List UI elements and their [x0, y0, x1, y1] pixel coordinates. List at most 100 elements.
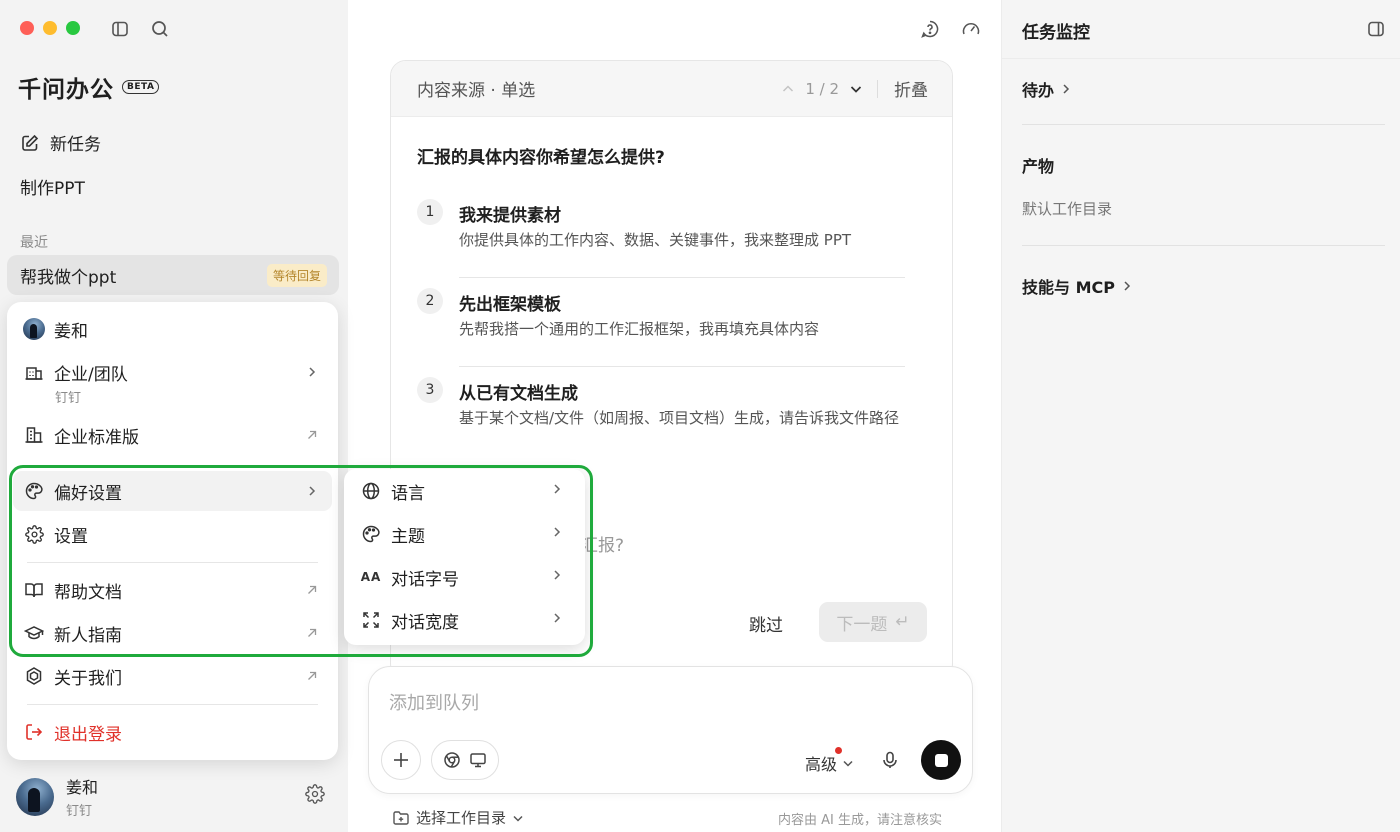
- menu-user-profile[interactable]: 姜和: [13, 309, 332, 349]
- search-icon[interactable]: [150, 19, 170, 39]
- other-option-text: 汇报?: [581, 536, 625, 556]
- skills-mcp-section[interactable]: 技能与 MCP: [1022, 274, 1133, 298]
- menu-item-enterprise-label: 企业标准版: [54, 427, 139, 448]
- recent-label: 最近: [20, 235, 48, 251]
- chevron-right-icon: [304, 483, 320, 499]
- advanced-dropdown[interactable]: 高级: [805, 747, 854, 775]
- composer: 添加到队列 高级: [368, 666, 973, 794]
- workdir-label: 选择工作目录: [416, 809, 507, 827]
- panel-toggle-icon[interactable]: [1366, 19, 1386, 39]
- question-pager: 1 / 2: [781, 80, 863, 98]
- preferences-submenu: 语言 主题 AA 对话字号 对话宽度: [344, 469, 585, 645]
- todo-label: 待办: [1022, 81, 1055, 100]
- external-link-icon: [304, 582, 320, 598]
- submenu-item-theme[interactable]: 主题: [350, 514, 579, 554]
- chevron-right-icon: [304, 364, 320, 380]
- chevron-down-icon: [842, 757, 854, 769]
- new-task-label: 新任务: [50, 135, 101, 155]
- chevron-right-icon: [551, 612, 567, 628]
- palette-icon: [23, 480, 45, 502]
- next-label: 下一题: [836, 614, 888, 635]
- external-link-icon: [304, 625, 320, 641]
- zoom-window-button[interactable]: [66, 21, 80, 35]
- menu-item-guide[interactable]: 新人指南: [13, 613, 332, 653]
- help-icon[interactable]: [920, 19, 940, 39]
- tools-toggle[interactable]: [431, 740, 499, 780]
- brand-title: 千问办公: [18, 77, 114, 103]
- chevron-down-icon: [512, 812, 524, 824]
- brand: 千问办公 BETA: [18, 70, 160, 104]
- book-icon: [23, 579, 45, 601]
- option-item[interactable]: 2 先出框架模板 先帮我搭一个通用的工作汇报框架，我再填充具体内容: [417, 278, 915, 367]
- default-dir-text: 默认工作目录: [1022, 200, 1113, 218]
- submenu-item-theme-label: 主题: [391, 526, 425, 547]
- menu-item-logout[interactable]: 退出登录: [13, 712, 332, 752]
- artifacts-heading: 产物: [1022, 157, 1055, 176]
- option-title: 先出框架模板: [459, 295, 561, 315]
- submenu-item-width-label: 对话宽度: [391, 612, 459, 633]
- menu-user-name: 姜和: [54, 321, 88, 342]
- queue-input[interactable]: 添加到队列: [389, 689, 479, 715]
- gear-icon[interactable]: [305, 784, 325, 804]
- stop-button[interactable]: [921, 740, 961, 780]
- option-description: 基于某个文档/文件（如周报、项目文档）生成，请告诉我文件路径: [459, 409, 900, 427]
- submenu-item-language[interactable]: 语言: [350, 471, 579, 511]
- minimize-window-button[interactable]: [43, 21, 57, 35]
- menu-item-team[interactable]: 企业/团队: [13, 352, 332, 392]
- submenu-item-font-size-label: 对话字号: [391, 569, 459, 590]
- option-item[interactable]: 1 我来提供素材 你提供具体的工作内容、数据、关键事件，我来整理成 PPT: [417, 189, 915, 278]
- beta-badge: BETA: [122, 80, 160, 94]
- status-badge: 等待回复: [266, 263, 327, 287]
- plus-icon: [392, 751, 410, 769]
- folder-plus-icon: [392, 809, 410, 827]
- skip-button[interactable]: 跳过: [749, 611, 783, 636]
- submenu-item-font-size[interactable]: AA 对话字号: [350, 557, 579, 597]
- menu-item-team-sub: 钉钉: [55, 391, 82, 406]
- account-button[interactable]: 姜和 钉钉: [16, 774, 98, 819]
- option-number: 1: [417, 199, 443, 225]
- menu-item-about[interactable]: 关于我们: [13, 656, 332, 696]
- new-task-button[interactable]: 新任务: [20, 130, 101, 155]
- microphone-icon[interactable]: [880, 750, 900, 770]
- speed-gauge-icon[interactable]: [961, 19, 981, 39]
- workdir-selector[interactable]: 选择工作目录: [392, 807, 524, 828]
- menu-item-settings-label: 设置: [54, 526, 88, 547]
- recent-task-item[interactable]: 帮我做个ppt 等待回复: [7, 255, 339, 295]
- question-source-label: 内容来源 · 单选: [417, 81, 536, 101]
- notification-dot: [835, 747, 842, 754]
- submenu-item-width[interactable]: 对话宽度: [350, 600, 579, 640]
- user-name: 姜和: [66, 778, 99, 797]
- fold-button[interactable]: 折叠: [894, 76, 928, 101]
- section-divider: [1022, 245, 1385, 246]
- chevron-down-icon[interactable]: [849, 82, 863, 96]
- external-link-icon: [304, 668, 320, 684]
- globe-icon: [360, 480, 382, 502]
- close-window-button[interactable]: [20, 21, 34, 35]
- make-ppt-item[interactable]: 制作PPT: [20, 174, 85, 199]
- menu-divider: [27, 704, 318, 705]
- user-org: 钉钉: [66, 804, 93, 819]
- logout-icon: [23, 721, 45, 743]
- menu-divider: [27, 562, 318, 563]
- menu-item-settings[interactable]: 设置: [13, 514, 332, 554]
- option-description: 先帮我搭一个通用的工作汇报框架，我再填充具体内容: [459, 320, 820, 338]
- sidebar-toggle-icon[interactable]: [110, 19, 130, 39]
- add-button[interactable]: [381, 740, 421, 780]
- menu-item-preferences-label: 偏好设置: [54, 483, 122, 504]
- recent-task-title: 帮我做个ppt: [20, 267, 117, 288]
- option-item[interactable]: 3 从已有文档生成 基于某个文档/文件（如周报、项目文档）生成，请告诉我文件路径: [417, 367, 915, 456]
- menu-item-enterprise[interactable]: 企业标准版: [13, 415, 332, 455]
- next-question-button[interactable]: 下一题 ↵: [819, 602, 927, 642]
- option-title: 我来提供素材: [459, 206, 561, 226]
- chevron-up-icon[interactable]: [781, 82, 795, 96]
- skills-label: 技能与 MCP: [1022, 278, 1115, 297]
- font-size-icon: AA: [360, 570, 382, 584]
- todo-section[interactable]: 待办: [1022, 77, 1072, 101]
- menu-item-help-docs[interactable]: 帮助文档: [13, 570, 332, 610]
- panel-title: 任务监控: [1022, 23, 1090, 43]
- menu-item-guide-label: 新人指南: [54, 625, 122, 646]
- expand-icon: [360, 609, 382, 631]
- page-indicator: 1 / 2: [805, 79, 839, 98]
- question-card-header: 内容来源 · 单选 1 / 2 折叠: [391, 61, 952, 117]
- menu-item-preferences[interactable]: 偏好设置: [13, 471, 332, 511]
